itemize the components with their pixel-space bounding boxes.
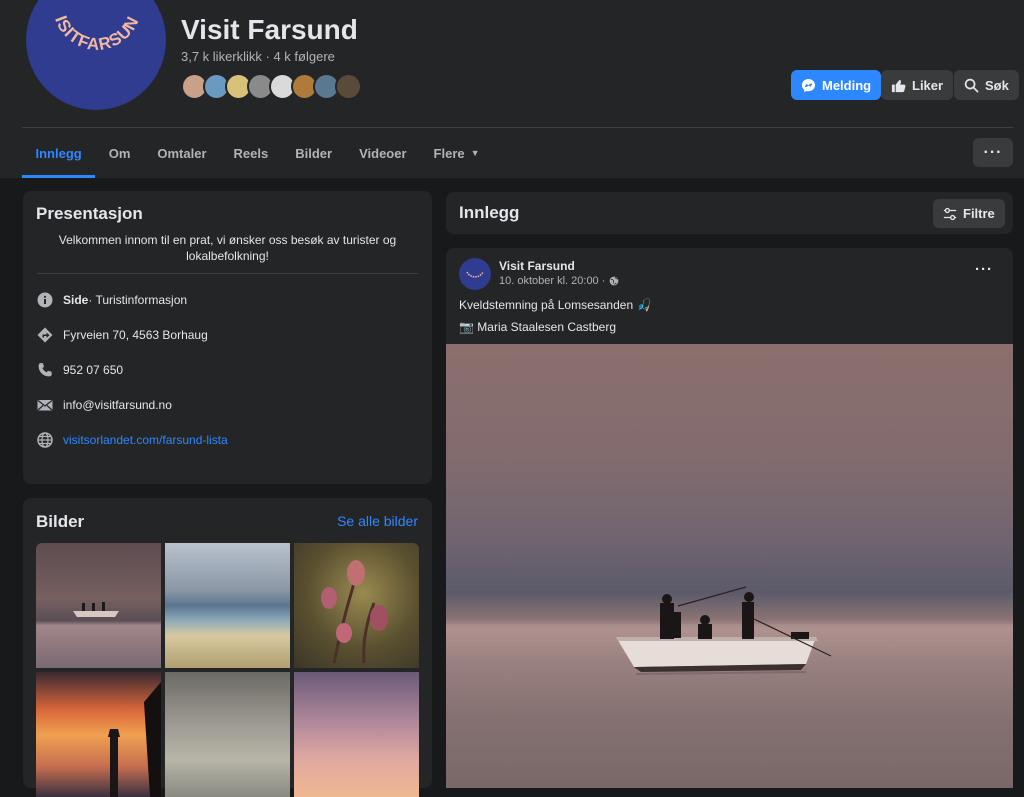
svg-text:VISITFARSUND: VISITFARSUND xyxy=(26,0,143,54)
thumbs-up-icon xyxy=(891,79,906,92)
address-text: Fyrveien 70, 4563 Borhaug xyxy=(63,328,208,342)
photo-thumbnail-lighthouse[interactable] xyxy=(36,672,161,797)
lighthouse-silhouette xyxy=(108,682,161,797)
post-credit: 📷 Maria Staalesen Castberg xyxy=(459,320,617,334)
page-stats: 3,7 k likerklikk · 4 k følgere xyxy=(181,49,335,64)
message-button-label: Melding xyxy=(822,77,872,93)
search-button[interactable]: Søk xyxy=(954,70,1019,100)
photo-thumbnail-beach[interactable] xyxy=(165,543,290,668)
tab-reels[interactable]: Reels xyxy=(220,128,282,178)
page-title: Visit Farsund xyxy=(181,14,358,45)
message-button[interactable]: Melding xyxy=(791,70,882,100)
post-card: Visit Farsund 10. oktober kl. 20:00 · ··… xyxy=(446,248,1013,788)
email-row: info@visitfarsund.no xyxy=(37,397,172,413)
flower-silhouette xyxy=(321,560,388,664)
caret-down-icon: ▼ xyxy=(470,148,480,158)
search-icon xyxy=(964,78,979,92)
tab-more[interactable]: Flere ▼ xyxy=(420,128,493,178)
posts-header: Innlegg Filtre xyxy=(446,192,1013,234)
post-photo[interactable] xyxy=(446,344,1013,788)
website-row: visitsorlandet.com/farsund-lista xyxy=(37,432,228,448)
tab-about[interactable]: Om xyxy=(95,128,144,178)
like-button[interactable]: Liker xyxy=(881,70,954,100)
photo-thumbnail-sky[interactable] xyxy=(165,672,290,797)
tab-videos[interactable]: Videoer xyxy=(346,128,420,178)
page-header: VISITFARSUND Visit Farsund 3,7 k likerkl… xyxy=(0,0,1024,178)
messenger-icon xyxy=(801,78,816,92)
filter-button-label: Filtre xyxy=(963,206,995,221)
tab-reviews[interactable]: Omtaler xyxy=(144,128,220,178)
photo-thumbnail-sunset[interactable] xyxy=(294,672,419,797)
photo-thumbnail-boat[interactable] xyxy=(36,543,161,668)
photos-card: Bilder Se alle bilder xyxy=(23,498,432,797)
see-all-photos-link[interactable]: Se alle bilder xyxy=(337,513,418,529)
tab-posts[interactable]: Innlegg xyxy=(22,128,96,178)
sliders-icon xyxy=(943,207,957,220)
post-options-button[interactable]: ··· xyxy=(975,261,993,278)
page-avatar[interactable]: VISITFARSUND xyxy=(26,0,166,110)
posts-title: Innlegg xyxy=(459,203,520,222)
intro-divider xyxy=(37,273,418,274)
post-text: Kveldstemning på Lomsesanden 🎣 xyxy=(459,298,652,312)
globe-icon xyxy=(610,276,619,286)
boat-silhouette xyxy=(73,602,119,617)
phone-row: 952 07 650 xyxy=(37,362,123,378)
post-timestamp[interactable]: 10. oktober kl. 20:00 · xyxy=(499,275,605,287)
avatar-logo: VISITFARSUND xyxy=(26,0,143,54)
like-button-label: Liker xyxy=(912,77,944,93)
category-row: Side · Turistinformasjon xyxy=(37,292,187,308)
website-link[interactable]: visitsorlandet.com/farsund-lista xyxy=(63,433,228,447)
tab-photos[interactable]: Bilder xyxy=(282,128,346,178)
fishing-boat-silhouette xyxy=(446,586,1013,675)
address-row: Fyrveien 70, 4563 Borhaug xyxy=(37,327,208,343)
more-options-button[interactable]: ··· xyxy=(973,138,1013,167)
email-icon xyxy=(37,397,53,413)
category-value: · Turistinformasjon xyxy=(88,293,188,307)
post-meta: 10. oktober kl. 20:00 · xyxy=(499,275,619,287)
directions-icon xyxy=(37,327,53,343)
filter-button[interactable]: Filtre xyxy=(933,199,1005,228)
globe-icon xyxy=(37,432,53,448)
intro-title: Presentasjon xyxy=(36,204,143,223)
category-label: Side xyxy=(63,293,89,307)
post-author-name[interactable]: Visit Farsund xyxy=(499,259,575,273)
intro-text: Velkommen innom til en prat, vi ønsker o… xyxy=(58,233,397,263)
info-icon xyxy=(37,292,53,308)
tab-more-label: Flere xyxy=(433,145,465,161)
photo-thumbnail-flower[interactable] xyxy=(294,543,419,668)
intro-card: Presentasjon Velkommen innom til en prat… xyxy=(23,191,432,484)
page-tabs: Innlegg Om Omtaler Reels Bilder Videoer … xyxy=(22,128,493,178)
post-author-avatar[interactable] xyxy=(459,258,491,290)
avatar-arc xyxy=(466,271,484,278)
photos-title: Bilder xyxy=(36,512,85,531)
search-button-label: Søk xyxy=(985,77,1009,93)
phone-text: 952 07 650 xyxy=(63,363,124,377)
email-text[interactable]: info@visitfarsund.no xyxy=(63,398,172,412)
phone-icon xyxy=(37,362,53,378)
friend-avatar[interactable] xyxy=(335,73,362,100)
